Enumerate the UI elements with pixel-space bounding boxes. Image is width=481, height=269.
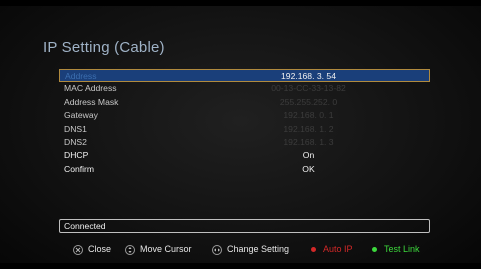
- page-title: IP Setting (Cable): [43, 39, 165, 56]
- red-key-icon: [311, 247, 316, 252]
- connection-status: Connected: [59, 219, 430, 233]
- dhcp-toggle[interactable]: On: [59, 149, 430, 162]
- exit-key-icon: [73, 245, 83, 255]
- arrow-up-down-key-icon: [125, 245, 135, 255]
- confirm-button[interactable]: OK: [59, 163, 430, 176]
- legend-change-setting[interactable]: Change Setting: [212, 242, 289, 256]
- legend-change-setting-label: Change Setting: [227, 244, 290, 254]
- setting-row-gateway[interactable]: Gateway 192.168. 0. 1: [59, 109, 430, 122]
- setting-row-confirm[interactable]: Confirm OK: [59, 163, 430, 176]
- setting-value[interactable]: 255.255.252. 0: [59, 96, 430, 109]
- legend-auto-ip[interactable]: Auto IP: [311, 242, 353, 256]
- legend-test-link-label: Test Link: [384, 244, 420, 254]
- setting-row-mac-address: MAC Address 00-13-CC-33-13-82: [59, 82, 430, 95]
- arrow-left-right-key-icon: [212, 245, 222, 255]
- setting-row-dns1[interactable]: DNS1 192.168. 1. 2: [59, 123, 430, 136]
- legend-close[interactable]: Close: [73, 242, 111, 256]
- legend-move-cursor-label: Move Cursor: [140, 244, 192, 254]
- setting-value[interactable]: 192.168. 1. 2: [59, 123, 430, 136]
- legend-auto-ip-label: Auto IP: [323, 244, 353, 254]
- setting-value[interactable]: 192.168. 3. 54: [60, 70, 429, 83]
- setting-row-address[interactable]: Address 192.168. 3. 54: [59, 69, 430, 83]
- top-letterbox: [0, 0, 481, 6]
- legend-close-label: Close: [88, 244, 112, 254]
- setting-row-dns2[interactable]: DNS2 192.168. 1. 3: [59, 136, 430, 149]
- setting-row-dhcp[interactable]: DHCP On: [59, 149, 430, 162]
- legend-test-link[interactable]: Test Link: [372, 242, 420, 256]
- setting-value[interactable]: 192.168. 1. 3: [59, 136, 430, 149]
- ip-settings-list: Address 192.168. 3. 54 MAC Address 00-13…: [59, 69, 430, 176]
- green-key-icon: [372, 247, 377, 252]
- setting-value: 00-13-CC-33-13-82: [271, 83, 346, 94]
- setting-value[interactable]: 192.168. 0. 1: [59, 109, 430, 122]
- setting-row-address-mask[interactable]: Address Mask 255.255.252. 0: [59, 96, 430, 109]
- bottom-letterbox: [0, 263, 481, 269]
- legend-move-cursor[interactable]: Move Cursor: [125, 242, 192, 256]
